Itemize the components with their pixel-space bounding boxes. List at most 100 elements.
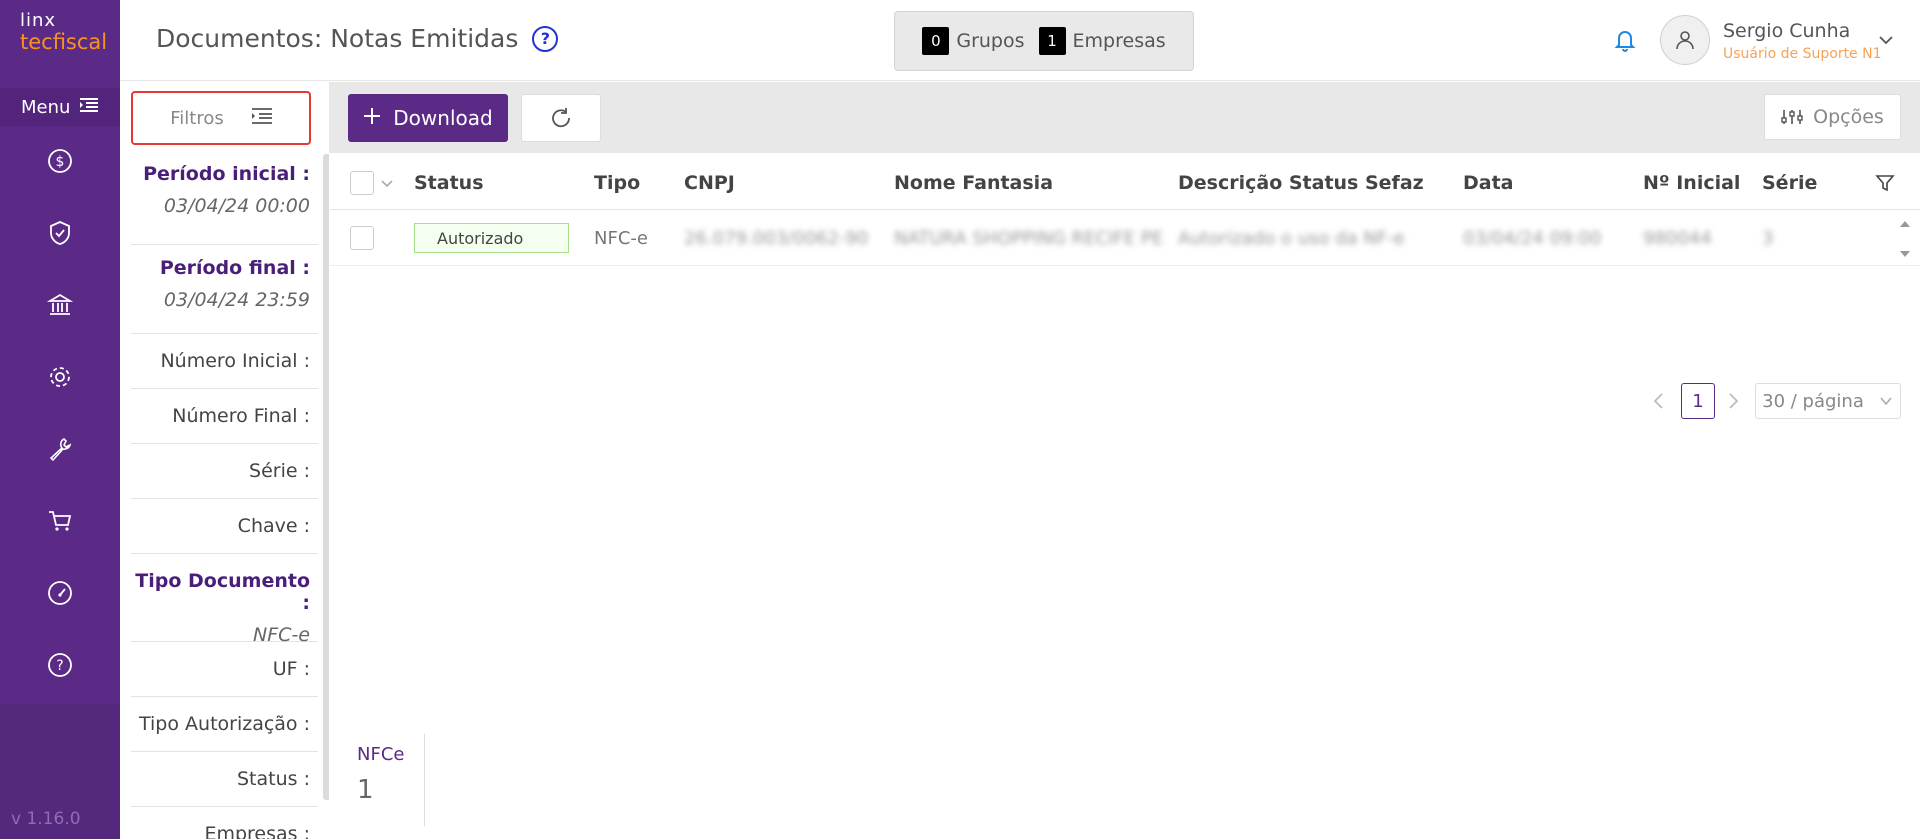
page-number[interactable]: 1 [1681,383,1715,419]
table-header: Status Tipo CNPJ Nome Fantasia Descrição… [330,155,1920,210]
filters-label: Filtros [170,107,224,129]
groups-counter: 0 Grupos [922,27,1025,55]
filter-label: Número Inicial : [160,350,310,372]
context-counters[interactable]: 0 Grupos 1 Empresas [894,11,1194,71]
menu-toggle[interactable]: Menu [0,88,120,126]
side-nav: linx tecfiscal Menu $ ? v 1.16.0 [0,0,120,839]
table-row[interactable]: Autorizado NFC-e 26.079.003/0062-90 NATU… [330,210,1920,266]
filter-label: Número Final : [172,405,310,427]
companies-counter: 1 Empresas [1038,27,1166,55]
data-cell: 03/04/24 09:00 [1463,227,1602,249]
user-name[interactable]: Sergio Cunha [1723,20,1850,42]
tipo-cell: NFC-e [594,227,648,249]
filter-serie[interactable]: Série : [131,444,318,499]
column-status[interactable]: Status [414,155,484,210]
filter-label: Tipo Documento : [135,570,310,614]
nome-fantasia-cell: NATURA SHOPPING RECIFE PE [894,227,1164,249]
page-title: Documentos: Notas Emitidas [156,24,519,53]
companies-count-badge: 1 [1038,27,1066,55]
row-checkbox[interactable] [350,226,374,250]
filter-value: 03/04/24 00:00 [163,195,310,217]
main-content: Download Opções Status Tipo CNPJ Nome Fa… [329,82,1920,839]
help-icon[interactable]: ? [532,25,559,52]
plus-icon [363,106,381,130]
filter-funnel-icon[interactable] [1875,155,1895,210]
row-select[interactable] [350,210,374,266]
documents-table: Status Tipo CNPJ Nome Fantasia Descrição… [330,155,1920,266]
toolbar: Download Opções [329,82,1920,153]
filter-value: 03/04/24 23:59 [163,289,310,311]
download-label: Download [393,106,493,130]
chevron-down-icon[interactable] [380,176,394,190]
chevron-left-icon[interactable] [1649,389,1669,413]
help-icon[interactable]: ? [47,652,73,678]
filter-empresas[interactable]: Empresas : [131,807,318,839]
chevron-right-icon[interactable] [1723,389,1743,413]
svg-text:$: $ [56,154,65,170]
numero-inicial-cell: 980044 [1643,227,1712,249]
filter-label: UF : [272,658,310,680]
options-label: Opções [1813,106,1884,128]
dashboard-icon[interactable] [47,580,73,606]
column-data[interactable]: Data [1463,155,1514,210]
page-size-label: 30 / página [1762,390,1864,412]
page-title-wrap: Documentos: Notas Emitidas ? [156,24,559,53]
descricao-cell: Autorizado o uso da NF-e [1178,227,1405,249]
groups-count-badge: 0 [922,27,950,55]
filter-label: Chave : [237,515,310,537]
column-serie[interactable]: Série [1762,155,1817,210]
filters-button[interactable]: Filtros [131,91,311,145]
chevron-down-icon[interactable] [1876,30,1896,50]
options-button[interactable]: Opções [1764,94,1901,140]
filter-list: Período inicial : 03/04/24 00:00 Período… [131,157,318,839]
filter-tipo-documento[interactable]: Tipo Documento : NFC-e [131,554,318,646]
status-cell: Autorizado [414,210,569,266]
filter-numero-final[interactable]: Número Final : [131,389,318,444]
filter-list-icon [251,107,272,130]
chevron-down-icon [1880,397,1892,406]
cnpj-cell: 26.079.003/0062-90 [684,227,869,249]
page-size-select[interactable]: 30 / página [1755,383,1901,419]
companies-label: Empresas [1072,30,1166,52]
filter-periodo-inicial[interactable]: Período inicial : 03/04/24 00:00 [131,157,318,245]
user-icon [1676,31,1694,50]
filter-label: Status : [237,768,310,790]
summary-label: NFCe [357,744,405,765]
refresh-button[interactable] [521,94,601,142]
filter-uf[interactable]: UF : [131,642,318,697]
column-cnpj[interactable]: CNPJ [684,155,735,210]
bell-icon[interactable] [1611,26,1639,54]
select-all-checkbox[interactable] [350,170,374,195]
logo-line-1: linx [20,10,57,31]
table-scrollbar[interactable] [1895,211,1915,267]
column-numero-inicial[interactable]: Nº Inicial [1643,155,1740,210]
status-badge: Autorizado [414,223,569,253]
download-button[interactable]: Download [348,94,508,142]
app-version: v 1.16.0 [11,809,81,829]
dollar-icon[interactable]: $ [47,148,73,174]
wrench-icon[interactable] [47,436,73,462]
refresh-icon [552,108,570,128]
groups-label: Grupos [956,30,1025,52]
shield-check-icon[interactable] [47,220,73,246]
filter-tipo-autorizacao[interactable]: Tipo Autorização : [131,697,318,752]
gear-icon[interactable] [47,364,73,390]
menu-label: Menu [21,96,71,118]
column-tipo[interactable]: Tipo [594,155,640,210]
filter-chave[interactable]: Chave : [131,499,318,554]
pagination: 1 30 / página [329,383,1920,419]
select-all[interactable] [350,155,394,210]
summary-card: NFCe 1 [357,734,425,826]
bank-icon[interactable] [47,292,73,318]
column-nome-fantasia[interactable]: Nome Fantasia [894,155,1053,210]
brand-logo: linx tecfiscal [0,0,120,88]
filter-periodo-final[interactable]: Período final : 03/04/24 23:59 [131,245,318,334]
filter-numero-inicial[interactable]: Número Inicial : [131,334,318,389]
cart-icon[interactable] [47,508,73,534]
filter-status[interactable]: Status : [131,752,318,807]
summary-value: 1 [357,775,374,805]
column-descricao-status[interactable]: Descrição Status Sefaz [1178,155,1424,210]
logo-line-2: tecfiscal [20,30,108,54]
avatar[interactable] [1660,15,1710,65]
serie-cell: 3 [1762,227,1774,249]
